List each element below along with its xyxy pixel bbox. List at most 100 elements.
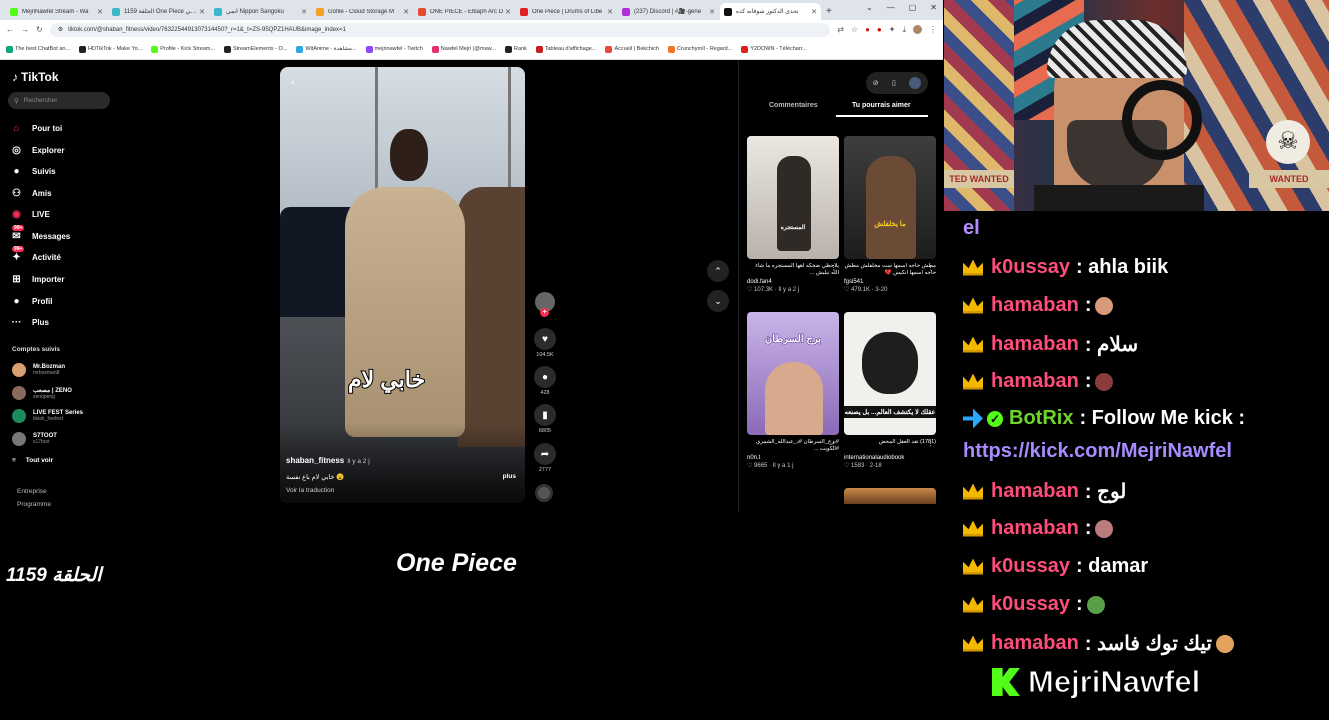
bookmark-item[interactable]: HDTikTok - Make Yo... bbox=[79, 45, 142, 53]
heart-button[interactable]: ♥ 104.5K bbox=[532, 328, 558, 358]
see-all-link[interactable]: ≡ Tout voir bbox=[12, 457, 53, 464]
recommended-video-card[interactable]: برج السرطان #برج_السرطان #د_عبدالله_الشم… bbox=[747, 312, 839, 469]
volume-icon[interactable]: 🔈︎ bbox=[291, 77, 296, 88]
bookmark-item[interactable]: The best ChatBot an... bbox=[6, 45, 70, 53]
forward-icon[interactable]: → bbox=[21, 25, 29, 34]
more-options-icon[interactable]: ⋮ bbox=[927, 440, 934, 448]
tab-close-icon[interactable]: ✕ bbox=[709, 8, 715, 16]
bookmark-item[interactable]: Accueil | Bekchich bbox=[605, 45, 659, 53]
recommended-video-card[interactable]: المستجره يلاحظي ضحكه اهها المستجره ما شا… bbox=[747, 136, 839, 293]
browser-tab[interactable]: Gofile - Cloud Storage M ✕ bbox=[312, 3, 413, 20]
chat-text: : سلام bbox=[1084, 334, 1139, 356]
translate-icon[interactable]: ⇄ bbox=[837, 25, 844, 34]
menu-icon[interactable]: ⋮ bbox=[929, 25, 937, 34]
sidebar-item-pourtoi[interactable]: ⌂ Pour toi bbox=[10, 122, 62, 135]
sidebar-item-profil[interactable]: ● Profil bbox=[10, 295, 52, 308]
video-player[interactable]: 🔈︎ خابي لام shaban_fitness Il y a 2 j خاب… bbox=[280, 67, 525, 503]
maximize-button[interactable]: ▢ bbox=[909, 3, 917, 12]
close-window-button[interactable]: ✕ bbox=[930, 3, 937, 12]
footer-entreprise[interactable]: Entreprise bbox=[17, 488, 47, 495]
bookmark-item[interactable]: StreamElements - O... bbox=[223, 45, 288, 53]
recommended-author: dodi.fan4 bbox=[747, 279, 772, 285]
minimize-button[interactable]: — bbox=[887, 3, 895, 12]
tab-close-icon[interactable]: ✕ bbox=[505, 8, 511, 16]
browser-tab[interactable]: ONE PIECE - Elbaph Arc D ✕ bbox=[414, 3, 515, 20]
more-link[interactable]: plus bbox=[503, 473, 516, 480]
followed-account[interactable]: Mr.Bozman mrbozman8 bbox=[12, 363, 65, 377]
extensions-puzzle-icon[interactable]: ✦ bbox=[889, 25, 896, 34]
chat-message: k0ussay: damar bbox=[963, 555, 1148, 578]
bookmark-item[interactable]: Crunchyroll - Regard... bbox=[668, 45, 732, 53]
share-button[interactable]: ➦ 2777 bbox=[532, 443, 558, 473]
tab-search-icon[interactable]: ⌄ bbox=[866, 3, 873, 12]
circle-icon[interactable]: ⊘ bbox=[873, 79, 879, 87]
sidebar-item-suivis[interactable]: ● Suivis bbox=[10, 165, 55, 178]
bookmark-item[interactable]: Profile - Kick Stream... bbox=[151, 45, 215, 53]
more-options-icon[interactable]: ⋮ bbox=[927, 264, 934, 272]
sidebar-item-explorer[interactable]: ◎ Explorer bbox=[10, 144, 64, 157]
bookmark-label: StreamElements - O... bbox=[232, 46, 288, 52]
extension-icon[interactable]: ● bbox=[877, 25, 882, 34]
tab-comments[interactable]: Commentaires bbox=[769, 102, 818, 109]
follow-plus-icon[interactable]: + bbox=[540, 308, 549, 317]
browser-tab[interactable]: One Piece | Drums of Libe ✕ bbox=[516, 3, 617, 20]
avatar bbox=[12, 432, 26, 446]
sidebar-item-live[interactable]: ◉ LIVE bbox=[10, 208, 50, 221]
bookmark-item[interactable]: WitAnime - مشاهدة... bbox=[296, 45, 357, 53]
site-info-icon[interactable]: ⚙ bbox=[58, 26, 63, 33]
footer-programme[interactable]: Programme bbox=[17, 501, 51, 508]
bookmark-item[interactable]: mejrinawfel - Twitch bbox=[365, 45, 423, 53]
bookmark-item[interactable]: Nawfel Mejri (@maw... bbox=[431, 45, 496, 53]
browser-tab[interactable]: MejriNawfel Stream - Wa ✕ bbox=[6, 3, 107, 20]
video-author[interactable]: shaban_fitness Il y a 2 j bbox=[286, 456, 370, 465]
browser-tab[interactable]: الحلقة 1159 One Piece الحي ✕ bbox=[108, 3, 209, 20]
recommended-video-card[interactable]: ما يخلفلش مطش حاجه اسمها ست مخلفلش مطش ح… bbox=[844, 136, 936, 293]
next-video-button[interactable]: ⌄ bbox=[707, 290, 729, 312]
extension-icon[interactable]: ● bbox=[865, 25, 870, 34]
tab-close-icon[interactable]: ✕ bbox=[301, 8, 307, 16]
browser-tab[interactable]: (237) Discord | #🎥-gene ✕ bbox=[618, 3, 719, 20]
followed-account[interactable]: S7TOOT s17toot bbox=[12, 432, 57, 446]
download-icon[interactable]: ⤓ bbox=[902, 25, 906, 35]
followed-account[interactable]: مصعب | ZENO zenopeng bbox=[12, 386, 72, 400]
tab-close-icon[interactable]: ✕ bbox=[607, 8, 613, 16]
comment-button[interactable]: ● 428 bbox=[532, 366, 558, 396]
search-input[interactable]: ⚲ Rechercher bbox=[8, 92, 110, 109]
sidebar-item-plus[interactable]: ··· Plus bbox=[10, 316, 49, 329]
browser-tab[interactable]: تحدي الدكتور شوفانه كده ✕ bbox=[720, 3, 821, 20]
tab-close-icon[interactable]: ✕ bbox=[199, 8, 205, 16]
followed-account[interactable]: LIVE FEST Series tiktok_livefest bbox=[12, 409, 83, 423]
more-options-icon[interactable]: ⋮ bbox=[830, 440, 837, 448]
video-description: خابي لام باع نفسة 😮 bbox=[286, 474, 345, 481]
previous-video-button[interactable]: ⌃ bbox=[707, 260, 729, 282]
bookmark-item[interactable]: Tableau d'affichage... bbox=[535, 45, 596, 53]
recommended-thumbnail-partial[interactable] bbox=[844, 488, 936, 504]
tiktok-logo[interactable]: ♪ TikTok bbox=[12, 70, 59, 84]
star-icon[interactable]: ☆ bbox=[851, 25, 858, 34]
browser-tab[interactable]: انمي Nippon Sangoku ✕ bbox=[210, 3, 311, 20]
panel-controls: ⊘ ▯ bbox=[866, 72, 928, 94]
tab-you-may-like[interactable]: Tu pourrais aimer bbox=[852, 102, 911, 109]
sidebar-item-messages[interactable]: ✉ 99+ Messages bbox=[10, 225, 70, 243]
bookmark-item[interactable]: Y2DOWN - Télécharr... bbox=[741, 45, 807, 53]
recommended-video-card[interactable]: عقلك لا يكتشف العالم... بل يصنعه (1781) … bbox=[844, 312, 936, 469]
bookmark-item[interactable]: Rank bbox=[504, 45, 527, 53]
address-bar[interactable]: ⚙ tiktok.com/@shaban_fitness/video/76322… bbox=[49, 22, 831, 37]
bookmark-button[interactable]: ▮ 6805 bbox=[532, 404, 558, 434]
chat-link[interactable]: https://kick.com/MejriNawfel bbox=[963, 440, 1232, 463]
new-tab-button[interactable]: + bbox=[826, 6, 832, 17]
tab-close-icon[interactable]: ✕ bbox=[97, 8, 103, 16]
sidebar-item-importer[interactable]: ⊞ Importer bbox=[10, 273, 64, 286]
phone-icon[interactable]: ▯ bbox=[892, 79, 896, 87]
sidebar-item-activit[interactable]: ✦ 99+ Activité bbox=[10, 246, 61, 264]
reload-icon[interactable]: ↻ bbox=[36, 25, 43, 34]
translate-link[interactable]: Voir la traduction bbox=[286, 487, 334, 494]
back-icon[interactable]: ← bbox=[6, 25, 14, 34]
user-avatar[interactable] bbox=[909, 77, 922, 89]
music-disc-icon[interactable] bbox=[535, 484, 553, 502]
more-options-icon[interactable]: ⋮ bbox=[830, 264, 837, 272]
tab-close-icon[interactable]: ✕ bbox=[403, 8, 409, 16]
profile-avatar[interactable] bbox=[913, 25, 922, 34]
sidebar-item-amis[interactable]: ⚇ Amis bbox=[10, 187, 52, 200]
tab-close-icon[interactable]: ✕ bbox=[811, 8, 817, 16]
